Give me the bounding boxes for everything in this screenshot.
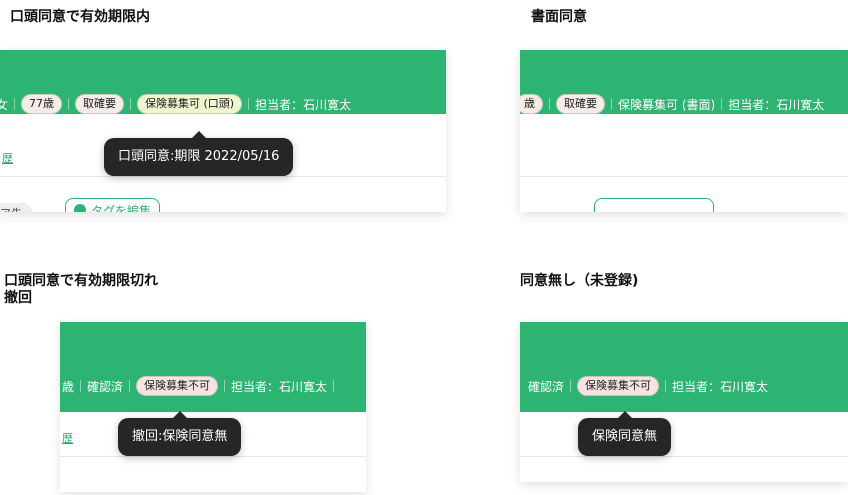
status-text: 確認済 bbox=[87, 379, 124, 394]
section-heading-written: 書面同意 bbox=[531, 9, 587, 25]
history-link[interactable]: 歴 bbox=[62, 430, 73, 446]
divider bbox=[0, 176, 446, 177]
status-text: 確認済 bbox=[528, 379, 565, 394]
customer-header-bar bbox=[60, 322, 366, 412]
customer-info-row: 女 77歳 取確要 保険募集可 (口頭) 担当者：石川寛太 bbox=[0, 94, 351, 114]
separator bbox=[129, 380, 131, 392]
tag-chip: ア先 bbox=[0, 203, 32, 212]
status-badge: 取確要 bbox=[556, 94, 605, 114]
person-in-charge: 担当者：石川寛太 bbox=[672, 379, 769, 394]
customer-info-row: 確認済 保険募集不可 担当者：石川寛太 bbox=[528, 376, 768, 396]
consent-tooltip: 保険同意無 bbox=[578, 411, 672, 456]
consent-status-text[interactable]: 保険募集可 (書面) bbox=[618, 96, 715, 113]
separator bbox=[721, 98, 723, 110]
age-badge: 77歳 bbox=[21, 94, 63, 114]
age-text: 歳 bbox=[62, 379, 75, 394]
divider bbox=[520, 176, 848, 177]
separator bbox=[333, 380, 335, 392]
history-link[interactable]: 歴 bbox=[2, 150, 13, 166]
person-in-charge: 担当者：石川寛太 bbox=[728, 97, 825, 112]
divider bbox=[60, 456, 366, 457]
section-heading-verbal-expired: 口頭同意で有効期限切れ bbox=[4, 273, 158, 289]
tag-icon bbox=[74, 204, 86, 212]
section-heading-revoked: 撤回 bbox=[4, 290, 32, 306]
separator bbox=[611, 98, 612, 110]
customer-panel-revoked: 歳 確認済 保険募集不可 担当者：石川寛太 歴 bbox=[60, 322, 366, 492]
customer-panel-verbal-valid: 女 77歳 取確要 保険募集可 (口頭) 担当者：石川寛太 歴 ア先 タグを編集 bbox=[0, 50, 446, 212]
separator bbox=[80, 380, 82, 392]
customer-panel-no-consent: 確認済 保険募集不可 担当者：石川寛太 bbox=[520, 322, 848, 482]
edit-tags-button[interactable]: タグを編集 bbox=[65, 198, 161, 213]
consent-tooltip: 撤回:保険同意無 bbox=[118, 411, 242, 456]
customer-info-row: 歳 確認済 保険募集不可 担当者：石川寛太 bbox=[62, 376, 340, 396]
edit-tags-button[interactable] bbox=[594, 198, 714, 212]
section-heading-no-consent: 同意無し（未登録) bbox=[520, 273, 639, 289]
customer-info-row: 歳 取確要 保険募集可 (書面) 担当者：石川寛太 bbox=[520, 94, 824, 114]
separator bbox=[130, 98, 132, 110]
person-in-charge: 担当者：石川寛太 bbox=[231, 379, 328, 394]
divider bbox=[520, 456, 848, 457]
section-heading-verbal-valid: 口頭同意で有効期限内 bbox=[10, 9, 150, 25]
consent-badge[interactable]: 保険募集可 (口頭) bbox=[137, 94, 243, 114]
gender-text: 女 bbox=[0, 97, 9, 112]
consent-badge[interactable]: 保険募集不可 bbox=[136, 376, 219, 396]
consent-tooltip: 口頭同意:期限 2022/05/16 bbox=[104, 131, 294, 176]
edit-tags-label: タグを編集 bbox=[91, 203, 152, 213]
separator bbox=[68, 98, 70, 110]
person-in-charge: 担当者：石川寛太 bbox=[255, 97, 352, 112]
age-badge: 歳 bbox=[520, 94, 543, 114]
customer-panel-written: 歳 取確要 保険募集可 (書面) 担当者：石川寛太 bbox=[520, 50, 848, 212]
separator bbox=[14, 98, 16, 110]
separator bbox=[248, 98, 250, 110]
separator bbox=[549, 98, 550, 110]
separator bbox=[665, 380, 667, 392]
consent-badge[interactable]: 保険募集不可 bbox=[577, 376, 660, 396]
customer-header-bar bbox=[520, 322, 848, 412]
separator bbox=[570, 380, 572, 392]
separator bbox=[224, 380, 226, 392]
status-badge: 取確要 bbox=[75, 94, 125, 114]
